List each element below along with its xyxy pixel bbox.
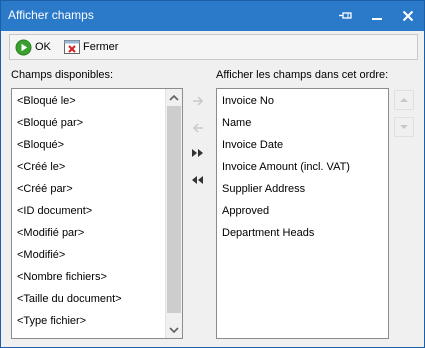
- list-item[interactable]: Invoice Amount (incl. VAT): [222, 158, 350, 176]
- pin-button[interactable]: [331, 1, 361, 31]
- list-item[interactable]: <Bloqué le>: [17, 92, 76, 110]
- pin-icon: [339, 12, 352, 19]
- list-item[interactable]: <Modifié par>: [17, 224, 84, 242]
- list-item[interactable]: <Nombre fichiers>: [17, 268, 107, 286]
- toolbar: OK Fermer: [9, 34, 418, 60]
- available-fields-list[interactable]: <Bloqué le> <Bloqué par> <Bloqué> <Créé …: [11, 88, 183, 339]
- close-window-button[interactable]: [393, 1, 423, 31]
- fermer-label: Fermer: [83, 41, 119, 53]
- window-title: Afficher champs: [8, 8, 94, 22]
- list-item[interactable]: Approved: [222, 202, 269, 220]
- move-down-button[interactable]: [394, 117, 414, 137]
- list-item[interactable]: <Bloqué>: [17, 136, 64, 154]
- double-arrow-left-icon: [192, 176, 203, 184]
- minimize-icon: [372, 18, 382, 20]
- ok-play-icon: [15, 39, 32, 55]
- scroll-thumb[interactable]: [167, 106, 181, 313]
- list-item[interactable]: <ID document>: [17, 202, 92, 220]
- close-icon: [402, 10, 414, 22]
- double-arrow-right-icon: [192, 149, 203, 157]
- list-item[interactable]: Department Heads: [222, 224, 314, 242]
- chevron-up-icon: [169, 94, 179, 101]
- scroll-up-button[interactable]: [166, 89, 182, 105]
- move-down-icon: [400, 125, 408, 129]
- dialog-window: Afficher champs OK Fermer Champs disponi…: [0, 0, 425, 348]
- list-item[interactable]: Invoice Date: [222, 136, 283, 154]
- vertical-scrollbar[interactable]: [165, 89, 182, 338]
- list-item[interactable]: <Créé par>: [17, 180, 73, 198]
- ok-button[interactable]: OK: [15, 37, 51, 57]
- add-field-button[interactable]: [188, 91, 208, 111]
- display-order-list[interactable]: Invoice No Name Invoice Date Invoice Amo…: [216, 88, 389, 339]
- fermer-button[interactable]: Fermer: [64, 37, 118, 57]
- available-fields-label: Champs disponibles:: [11, 69, 114, 81]
- ok-label: OK: [35, 41, 51, 53]
- remove-all-fields-button[interactable]: [188, 170, 208, 190]
- arrow-left-icon: [192, 123, 203, 133]
- chevron-down-icon: [169, 326, 179, 333]
- list-item[interactable]: Supplier Address: [222, 180, 305, 198]
- minimize-button[interactable]: [362, 1, 392, 31]
- list-item[interactable]: <Créé le>: [17, 158, 65, 176]
- list-item[interactable]: Invoice No: [222, 92, 274, 110]
- list-item[interactable]: Name: [222, 114, 251, 132]
- list-item[interactable]: <Taille du document>: [17, 290, 122, 308]
- close-window-icon: [64, 40, 80, 54]
- list-item[interactable]: <Bloqué par>: [17, 114, 83, 132]
- move-up-button[interactable]: [394, 90, 414, 110]
- list-item[interactable]: <Modifié>: [17, 246, 65, 264]
- list-item[interactable]: <Type fichier>: [17, 312, 86, 330]
- remove-field-button[interactable]: [188, 118, 208, 138]
- add-all-fields-button[interactable]: [188, 143, 208, 163]
- display-order-label: Afficher les champs dans cet ordre:: [216, 69, 389, 81]
- title-bar[interactable]: Afficher champs: [1, 1, 424, 31]
- move-up-icon: [400, 98, 408, 102]
- arrow-right-icon: [193, 96, 204, 106]
- scroll-down-button[interactable]: [166, 322, 182, 338]
